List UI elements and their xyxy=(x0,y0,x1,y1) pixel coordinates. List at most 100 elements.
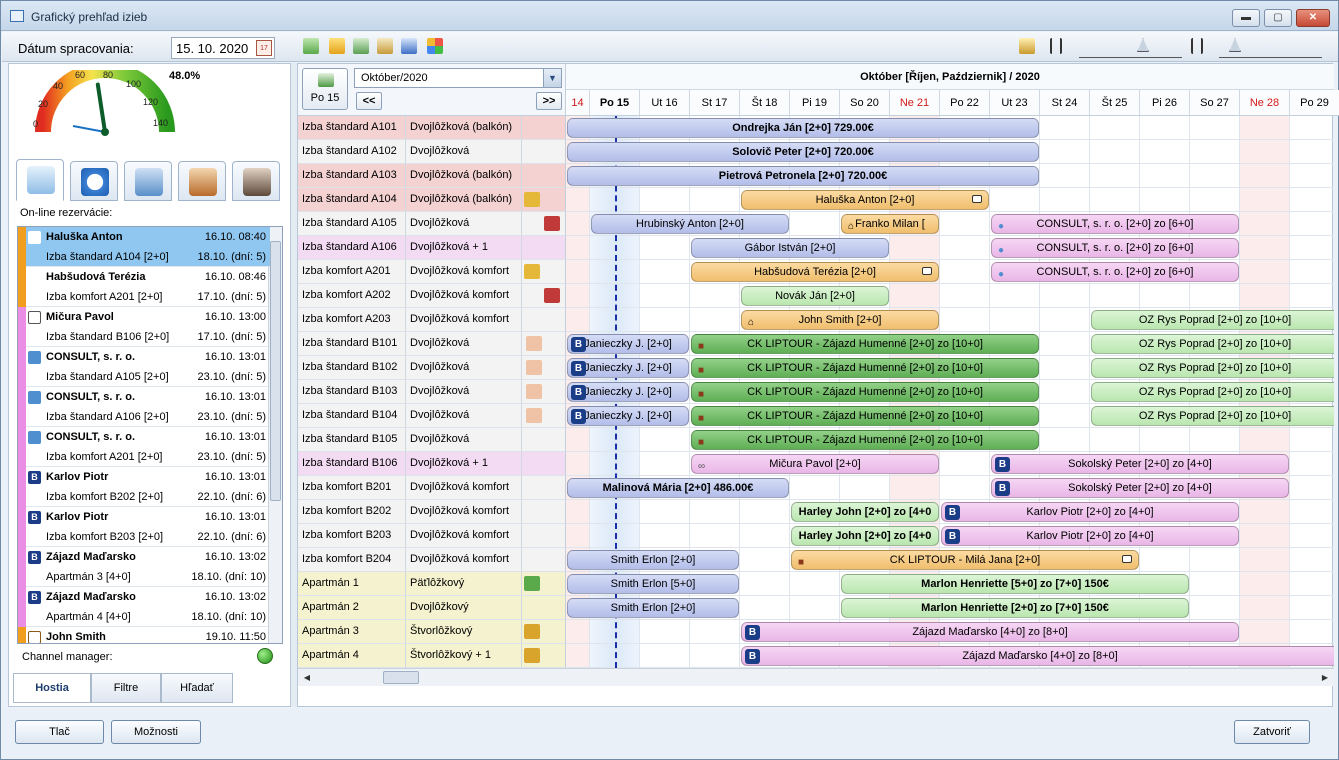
room-status-cell[interactable] xyxy=(522,236,566,260)
room-status-cell[interactable] xyxy=(522,164,566,188)
booking-bar[interactable]: Harley John [2+0] zo [4+0 xyxy=(791,526,939,546)
room-name[interactable]: Apartmán 3 xyxy=(298,620,406,644)
booking-bar[interactable]: OZ Rys Poprad [2+0] zo [10+0] xyxy=(1091,406,1334,426)
room-status-cell[interactable] xyxy=(522,332,566,356)
booking-bar[interactable]: OZ Rys Poprad [2+0] zo [10+0] xyxy=(1091,310,1334,330)
booking-bar[interactable]: B Janieczky J. [2+0] xyxy=(567,406,689,426)
booking-bar[interactable]: Marlon Henriette [5+0] zo [7+0] 150€ xyxy=(841,574,1189,594)
room-name[interactable]: Izba komfort B201 xyxy=(298,476,406,500)
booking-bar[interactable]: OZ Rys Poprad [2+0] zo [10+0] xyxy=(1091,358,1334,378)
close-button[interactable]: Zatvoriť xyxy=(1234,720,1310,744)
bed-bar-icon[interactable] xyxy=(329,38,345,54)
options-button[interactable]: Možnosti xyxy=(111,720,201,744)
room-status-cell[interactable] xyxy=(522,596,566,620)
calendar-icon[interactable]: 17 xyxy=(256,40,272,56)
reservation-item[interactable]: CONSULT, s. r. o. 16.10. 13:01 Izba štanda… xyxy=(18,387,270,427)
booking-bar[interactable]: ∞ Mičura Pavol [2+0] xyxy=(691,454,939,474)
room-status-cell[interactable] xyxy=(522,572,566,596)
room-name[interactable]: Izba štandard B106 xyxy=(298,452,406,476)
room-name[interactable]: Izba komfort A203 xyxy=(298,308,406,332)
room-status-cell[interactable] xyxy=(522,284,566,308)
booking-bar[interactable]: B Sokolský Peter [2+0] zo [4+0] xyxy=(991,454,1289,474)
room-status-cell[interactable] xyxy=(522,212,566,236)
booking-bar[interactable]: B Janieczky J. [2+0] xyxy=(567,334,689,354)
room-status-cell[interactable] xyxy=(522,428,566,452)
booking-bar[interactable]: Pietrová Petronela [2+0] 720.00€ xyxy=(567,166,1039,186)
room-name[interactable]: Izba komfort A202 xyxy=(298,284,406,308)
booking-bar[interactable]: Smith Erlon [2+0] xyxy=(567,550,739,570)
booking-bar[interactable]: ● CONSULT, s. r. o. [2+0] zo [6+0] xyxy=(991,262,1239,282)
booking-bar[interactable]: Ondrejka Ján [2+0] 729.00€ xyxy=(567,118,1039,138)
booking-bar[interactable]: B Sokolský Peter [2+0] zo [4+0] xyxy=(991,478,1289,498)
key-settings-icon[interactable] xyxy=(1019,38,1035,54)
hscroll-thumb[interactable] xyxy=(383,671,419,684)
print-button[interactable]: Tlač xyxy=(15,720,104,744)
tab-hladat[interactable]: Hľadať xyxy=(161,673,233,703)
room-status-cell[interactable] xyxy=(522,188,566,212)
export-icon[interactable] xyxy=(303,38,319,54)
room-name[interactable]: Izba štandard A105 xyxy=(298,212,406,236)
reservation-item[interactable]: B Karlov Piotr 16.10. 13:01 Izba komfort B2… xyxy=(18,507,270,547)
next-button[interactable]: >> xyxy=(536,92,562,110)
reservation-item[interactable]: Haluška Anton 16.10. 08:40 Izba štandard A… xyxy=(18,227,270,267)
reservation-item[interactable]: B Zájazd Maďarsko 16.10. 13:02 Apartmán 3 [… xyxy=(18,547,270,587)
reservation-item[interactable]: B Karlov Piotr 16.10. 13:01 Izba komfort B2… xyxy=(18,467,270,507)
booking-bar[interactable]: ■ CK LIPTOUR - Zájazd Humenné [2+0] zo [1… xyxy=(691,382,1039,402)
booking-bar[interactable]: Solovič Peter [2+0] 720.00€ xyxy=(567,142,1039,162)
room-name[interactable]: Izba štandard A103 xyxy=(298,164,406,188)
maximize-button[interactable]: ▢ xyxy=(1264,9,1292,27)
booking-bar[interactable]: Habšudová Terézia [2+0] xyxy=(691,262,939,282)
booking-bar[interactable]: Hrubinský Anton [2+0] xyxy=(591,214,789,234)
tab-payments[interactable] xyxy=(70,161,118,201)
room-name[interactable]: Izba komfort A201 xyxy=(298,260,406,284)
booking-bar[interactable]: Haluška Anton [2+0] xyxy=(741,190,989,210)
room-name[interactable]: Apartmán 1 xyxy=(298,572,406,596)
booking-bar[interactable]: B Zájazd Maďarsko [4+0] zo [8+0] xyxy=(741,622,1239,642)
prev-button[interactable]: << xyxy=(356,92,382,110)
booking-bar[interactable]: Malinová Mária [2+0] 486.00€ xyxy=(567,478,789,498)
tab-hostia[interactable]: Hostia xyxy=(13,673,91,703)
tab-filtre[interactable]: Filtre xyxy=(91,673,161,703)
booking-bar[interactable]: Smith Erlon [2+0] xyxy=(567,598,739,618)
booking-bar[interactable]: ■ CK LIPTOUR - Zájazd Humenné [2+0] zo [1… xyxy=(691,430,1039,450)
month-select[interactable]: Október/2020 ▼ xyxy=(354,68,562,88)
room-name[interactable]: Izba štandard A104 xyxy=(298,188,406,212)
booking-bar[interactable]: Gábor István [2+0] xyxy=(691,238,889,258)
booking-bar[interactable]: ■ CK LIPTOUR - Zájazd Humenné [2+0] zo [1… xyxy=(691,406,1039,426)
room-status-cell[interactable] xyxy=(522,620,566,644)
row-height-slider[interactable] xyxy=(1079,36,1182,58)
slider-thumb[interactable] xyxy=(1229,38,1241,52)
room-name[interactable]: Izba štandard A101 xyxy=(298,116,406,140)
booking-bar[interactable]: B Karlov Piotr [2+0] zo [4+0] xyxy=(941,526,1239,546)
booking-bar[interactable]: ⌂ John Smith [2+0] xyxy=(741,310,939,330)
room-status-cell[interactable] xyxy=(522,140,566,164)
room-name[interactable]: Izba štandard B105 xyxy=(298,428,406,452)
reservation-item[interactable]: CONSULT, s. r. o. 16.10. 13:01 Izba komfor… xyxy=(18,427,270,467)
booking-bar[interactable]: Marlon Henriette [2+0] zo [7+0] 150€ xyxy=(841,598,1189,618)
room-name[interactable]: Izba štandard A102 xyxy=(298,140,406,164)
reservation-item[interactable]: Habšudová Terézia 16.10. 08:46 Izba komfor… xyxy=(18,267,270,307)
hierarchy-icon[interactable] xyxy=(401,38,417,54)
booking-bar[interactable]: B Zájazd Maďarsko [4+0] zo [8+0] xyxy=(741,646,1334,666)
booking-bar[interactable]: OZ Rys Poprad [2+0] zo [10+0] xyxy=(1091,382,1334,402)
slider-thumb[interactable] xyxy=(1137,38,1149,52)
room-status-cell[interactable] xyxy=(522,356,566,380)
booking-bar[interactable]: Smith Erlon [5+0] xyxy=(567,574,739,594)
room-status-cell[interactable] xyxy=(522,644,566,668)
scroll-thumb[interactable] xyxy=(270,241,281,501)
tab-online-reservations[interactable] xyxy=(16,159,64,201)
tab-checkout[interactable] xyxy=(232,161,280,201)
room-status-cell[interactable] xyxy=(522,452,566,476)
booking-bar[interactable]: ■ CK LIPTOUR - Milá Jana [2+0] xyxy=(791,550,1139,570)
minimize-button[interactable]: ▬ xyxy=(1232,9,1260,27)
room-status-cell[interactable] xyxy=(522,380,566,404)
booking-area[interactable]: Ondrejka Ján [2+0] 729.00€ Solovič Peter … xyxy=(566,116,1334,668)
booking-bar[interactable]: ■ CK LIPTOUR - Zájazd Humenné [2+0] zo [1… xyxy=(691,358,1039,378)
color-grid-icon[interactable] xyxy=(427,38,443,54)
settings-doc-icon[interactable] xyxy=(377,38,393,54)
calendar-sheet-icon[interactable] xyxy=(353,38,369,54)
room-name[interactable]: Izba komfort B204 xyxy=(298,548,406,572)
booking-bar[interactable]: OZ Rys Poprad [2+0] zo [10+0] xyxy=(1091,334,1334,354)
today-button[interactable]: Po 15 xyxy=(302,68,348,110)
room-status-cell[interactable] xyxy=(522,404,566,428)
